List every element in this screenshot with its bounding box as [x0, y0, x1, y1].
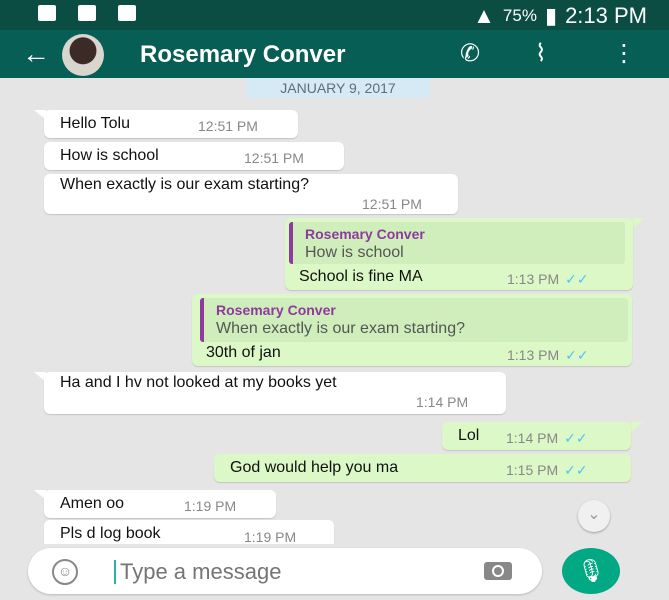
message-time: 1:15 PM [506, 462, 559, 478]
message-time: 1:14 PM [416, 394, 469, 410]
contact-avatar[interactable] [62, 34, 104, 76]
incoming-message[interactable]: How is school 12:51 PM [44, 142, 344, 170]
message-text: Amen oo [60, 495, 125, 512]
incoming-message[interactable]: Pls d log book 1:19 PM [44, 520, 334, 544]
quoted-text: How is school [305, 244, 404, 261]
bubble-tail [631, 422, 643, 432]
notification-icons [38, 5, 136, 21]
bbm-notification-icon [78, 5, 96, 21]
message-text: Hello Tolu [60, 115, 130, 132]
message-text: Lol [458, 427, 480, 444]
message-time: 1:19 PM [184, 498, 237, 514]
message-input[interactable] [120, 559, 460, 585]
incoming-message[interactable]: When exactly is our exam starting? 12:51… [44, 174, 458, 214]
quoted-message[interactable]: Rosemary Conver How is school [289, 222, 625, 264]
more-options-icon[interactable]: ⋮ [612, 39, 636, 68]
read-ticks-icon: ✓✓ [565, 347, 589, 363]
status-bar: ▲ 75% ▮ 2:13 PM [0, 0, 669, 30]
outgoing-message[interactable]: Lol 1:14 PM ✓✓ [442, 422, 631, 450]
clock: 2:13 PM [565, 3, 647, 28]
back-arrow-icon[interactable]: ← [22, 38, 50, 70]
message-text: When exactly is our exam starting? [60, 176, 309, 193]
message-text: School is fine MA [299, 268, 423, 285]
read-ticks-icon: ✓✓ [565, 271, 589, 287]
microphone-button[interactable]: 🎙 [562, 548, 620, 594]
message-text: God would help you ma [230, 459, 399, 476]
outgoing-message[interactable]: Rosemary Conver When exactly is our exam… [192, 294, 632, 366]
message-time: 12:51 PM [198, 118, 258, 134]
message-text: Ha and I hv not looked at my books yet [60, 374, 337, 391]
microphone-icon: 🎙 [577, 558, 605, 583]
battery-percent: 75% [502, 6, 537, 25]
message-text: Pls d log book [60, 525, 161, 542]
message-time: 1:14 PM [506, 430, 559, 446]
bubble-tail [633, 218, 645, 228]
contact-name[interactable]: Rosemary Conver [140, 41, 345, 69]
quoted-text: When exactly is our exam starting? [216, 320, 465, 337]
quoted-message[interactable]: Rosemary Conver When exactly is our exam… [200, 298, 628, 342]
message-text: 30th of jan [206, 344, 281, 361]
message-time: 12:51 PM [244, 150, 304, 166]
quoted-sender-name: Rosemary Conver [216, 302, 336, 318]
chat-header: ← Rosemary Conver ✆ ⌇ ⋮ [0, 30, 669, 78]
question-notification-icon [118, 5, 136, 21]
emoji-icon[interactable]: ☺ [52, 559, 78, 585]
camera-icon[interactable] [484, 562, 512, 580]
read-ticks-icon: ✓✓ [564, 430, 588, 446]
scroll-to-bottom-button[interactable]: ⌄ [578, 500, 610, 532]
message-time: 1:13 PM [507, 271, 560, 287]
paperclip-attach-icon[interactable]: ⌇ [535, 39, 547, 68]
message-list[interactable]: JANUARY 9, 2017 Hello Tolu 12:51 PM How … [0, 78, 669, 544]
image-notification-icon [38, 5, 56, 21]
message-text: How is school [60, 147, 159, 164]
outgoing-message[interactable]: God would help you ma 1:15 PM ✓✓ [214, 454, 631, 482]
incoming-message[interactable]: Amen oo 1:19 PM [44, 490, 276, 518]
message-time: 1:19 PM [244, 529, 297, 544]
message-time: 1:13 PM [507, 347, 560, 363]
battery-icon: ▮ [544, 3, 558, 28]
message-time: 12:51 PM [362, 196, 422, 212]
incoming-message[interactable]: Hello Tolu 12:51 PM [44, 110, 298, 138]
date-chip: JANUARY 9, 2017 [246, 78, 430, 98]
incoming-message[interactable]: Ha and I hv not looked at my books yet 1… [44, 372, 506, 414]
text-cursor [114, 560, 116, 584]
outgoing-message[interactable]: Rosemary Conver How is school School is … [285, 218, 633, 290]
message-composer[interactable]: ☺ [28, 548, 542, 594]
signal-icon: ▲ [473, 3, 495, 28]
read-ticks-icon: ✓✓ [564, 462, 588, 478]
quoted-sender-name: Rosemary Conver [305, 226, 425, 242]
phone-call-icon[interactable]: ✆ [460, 39, 480, 68]
